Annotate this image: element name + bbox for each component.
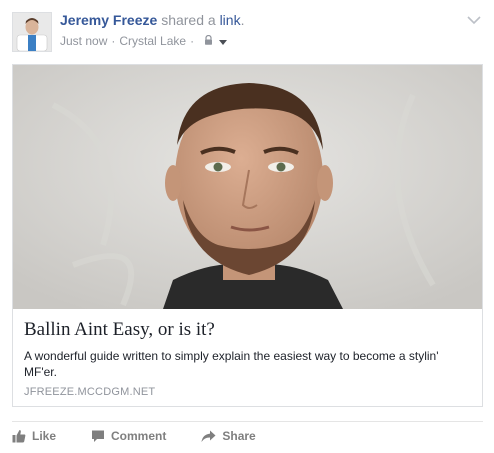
share-label: Share <box>222 429 256 443</box>
author-avatar[interactable] <box>12 12 52 52</box>
post-timestamp[interactable]: Just now <box>60 34 107 48</box>
share-button[interactable]: Share <box>201 429 256 443</box>
share-icon <box>201 430 222 443</box>
link-description: A wonderful guide written to simply expl… <box>24 349 439 379</box>
actions-divider <box>12 421 483 422</box>
lock-icon <box>204 34 213 48</box>
like-button[interactable]: Like <box>12 429 56 443</box>
post-header: Jeremy Freeze shared a link. <box>60 12 244 28</box>
like-label: Like <box>32 429 57 443</box>
comment-button[interactable]: Comment <box>91 429 166 443</box>
feed-post: Jeremy Freeze shared a link. Just now · … <box>0 0 494 453</box>
header-period: . <box>240 12 245 28</box>
link-domain: JFREEZE.MCCDGM.NET <box>24 386 156 398</box>
author-name[interactable]: Jeremy Freeze <box>60 12 157 28</box>
meta-separator: · <box>111 34 116 48</box>
link-preview-image[interactable] <box>13 65 482 309</box>
post-location[interactable]: Crystal Lake <box>119 34 186 48</box>
post-meta: Just now · Crystal Lake · <box>60 34 228 48</box>
link-preview-card[interactable]: Ballin Aint Easy, or is it? A wonderful … <box>12 64 483 407</box>
caret-down-icon[interactable] <box>219 34 228 48</box>
chevron-down-icon[interactable] <box>467 12 481 30</box>
meta-separator-2: · <box>190 34 195 48</box>
comment-icon <box>91 429 111 443</box>
link-title[interactable]: Ballin Aint Easy, or is it? <box>24 319 472 341</box>
shared-link-word[interactable]: link <box>220 12 241 28</box>
thumbs-up-icon <box>12 429 32 443</box>
post-actions-bar: Like Comment Share <box>12 426 291 446</box>
post-action-text: shared a <box>161 12 216 28</box>
comment-label: Comment <box>111 429 167 443</box>
